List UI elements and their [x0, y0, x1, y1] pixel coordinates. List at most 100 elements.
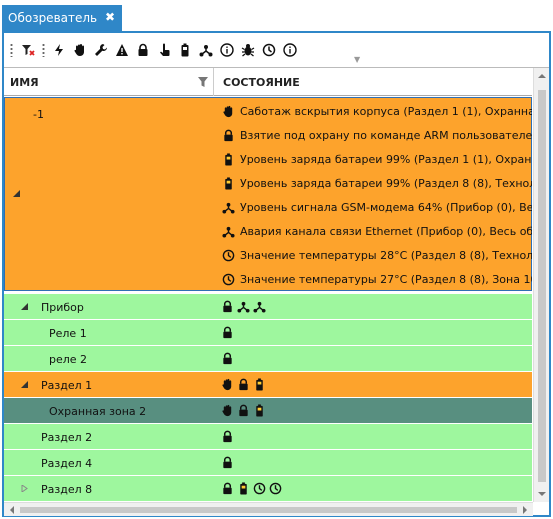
scroll-down-icon[interactable] — [538, 490, 546, 498]
tree-state-cell — [215, 398, 532, 423]
state-icons — [221, 482, 282, 495]
event-item[interactable]: Авария канала связи Ethernet (Прибор (0)… — [222, 219, 532, 243]
lock-icon[interactable] — [134, 41, 152, 59]
battery-icon — [225, 176, 232, 190]
event-item[interactable]: Взятие под охрану по команде ARM пользов… — [222, 123, 532, 147]
hand-icon[interactable] — [71, 41, 89, 59]
event-text: Уровень заряда батареи 99% (Раздел 8 (8)… — [240, 176, 532, 190]
tree-label: Раздел 2 — [41, 430, 93, 444]
clear-filter-icon[interactable] — [19, 41, 37, 59]
event-grid: ИМЯ СОСТОЯНИЕ -1 Саботаж вскрытия корпус… — [4, 67, 549, 516]
tab-explorer[interactable]: Обозреватель ✖ — [2, 5, 122, 31]
vertical-scroll-thumb[interactable] — [538, 90, 546, 482]
info-icon[interactable] — [281, 41, 299, 59]
finger-icon[interactable] — [155, 41, 173, 59]
hand-icon — [222, 378, 232, 391]
lock-icon — [223, 430, 232, 443]
event-group-row[interactable]: -1 Саботаж вскрытия корпуса (Раздел 1 (1… — [4, 97, 532, 291]
tree-row[interactable]: Раздел 4 — [4, 450, 532, 475]
tree-label: Охранная зона 2 — [49, 404, 147, 418]
tree-name-cell: Раздел 4 — [4, 450, 214, 475]
battery-icon — [240, 482, 247, 495]
tree-name-cell: Реле 1 — [4, 320, 214, 345]
event-item[interactable]: Уровень сигнала GSM-модема 64% (Прибор (… — [222, 195, 532, 219]
scroll-up-icon[interactable] — [538, 72, 546, 80]
lock-icon — [223, 352, 232, 365]
bug-icon[interactable] — [239, 41, 257, 59]
thermometer-icon — [222, 273, 235, 285]
column-header-name[interactable]: ИМЯ — [4, 68, 214, 96]
info-icon[interactable] — [218, 41, 236, 59]
tree-row[interactable]: Прибор — [4, 294, 532, 319]
event-text: Взятие под охрану по команде ARM пользов… — [240, 128, 532, 142]
lock-icon — [223, 482, 232, 495]
horizontal-scrollbar[interactable] — [4, 502, 533, 516]
column-state-label: СОСТОЯНИЕ — [223, 75, 300, 89]
expanded-arrow-icon[interactable] — [21, 381, 28, 388]
expanded-arrow-icon[interactable] — [21, 303, 28, 310]
scroll-left-icon[interactable] — [8, 506, 16, 514]
tree-label: Раздел 4 — [41, 456, 93, 470]
battery-icon — [256, 404, 263, 417]
thermometer-icon — [253, 482, 266, 495]
tree-state-cell — [215, 424, 532, 449]
tree-state-cell — [215, 320, 532, 345]
state-icons — [221, 456, 234, 469]
network-icon — [237, 301, 250, 313]
tree-name-cell: Раздел 8 — [4, 476, 214, 501]
close-icon[interactable]: ✖ — [104, 11, 116, 23]
tree-row[interactable]: реле 2 — [4, 346, 532, 371]
event-item[interactable]: Значение температуры 27°C (Раздел 8 (8),… — [222, 267, 532, 290]
thermometer-icon[interactable] — [260, 41, 278, 59]
scroll-right-icon[interactable] — [521, 506, 529, 514]
tree-label: Прибор — [41, 300, 84, 314]
tree-label: Раздел 8 — [41, 482, 93, 496]
state-icons — [221, 300, 266, 313]
network-icon[interactable] — [197, 41, 215, 59]
toolbar-grip[interactable] — [10, 43, 13, 57]
tree-state-cell — [215, 294, 532, 319]
battery-icon[interactable] — [176, 41, 194, 59]
lightning-icon[interactable] — [50, 41, 68, 59]
event-item[interactable]: Значение температуры 28°C (Раздел 8 (8),… — [222, 243, 532, 267]
event-text: Значение температуры 27°C (Раздел 8 (8),… — [240, 272, 532, 286]
column-name-label: ИМЯ — [10, 75, 39, 89]
thermometer-icon — [269, 482, 282, 495]
wrench-icon[interactable] — [92, 41, 110, 59]
warning-icon[interactable] — [113, 41, 131, 59]
tab-title: Обозреватель — [8, 11, 98, 25]
tree-name-cell: Охранная зона 2 — [4, 398, 214, 423]
column-header-state[interactable]: СОСТОЯНИЕ — [215, 68, 532, 96]
tree-row[interactable]: Раздел 1 — [4, 372, 532, 397]
lock-icon — [239, 378, 248, 391]
toolbar-overflow-icon[interactable]: ▼ — [354, 55, 360, 64]
lock-icon — [224, 129, 233, 141]
event-item[interactable]: Уровень заряда батареи 99% (Раздел 1 (1)… — [222, 147, 532, 171]
tree-name-cell: Раздел 1 — [4, 372, 214, 397]
event-text: Уровень заряда батареи 99% (Раздел 1 (1)… — [240, 152, 532, 166]
state-icons — [221, 430, 234, 443]
filter-icon[interactable] — [197, 76, 209, 88]
network-icon — [222, 226, 235, 238]
tree-state-cell — [215, 372, 532, 397]
tree-row[interactable]: Раздел 2 — [4, 424, 532, 449]
lock-icon — [223, 456, 232, 469]
event-item[interactable]: Уровень заряда батареи 99% (Раздел 8 (8)… — [222, 171, 532, 195]
collapsed-arrow-icon[interactable] — [21, 485, 28, 492]
thermometer-icon — [222, 249, 235, 261]
event-item[interactable]: Саботаж вскрытия корпуса (Раздел 1 (1), … — [222, 99, 532, 123]
vertical-scrollbar[interactable] — [533, 68, 549, 502]
event-text: Значение температуры 28°C (Раздел 8 (8),… — [240, 248, 532, 262]
tree-row[interactable]: Реле 1 — [4, 320, 532, 345]
tree-name-cell: Прибор — [4, 294, 214, 319]
event-group-name-cell: -1 — [5, 98, 215, 290]
horizontal-scroll-thumb[interactable] — [20, 507, 517, 513]
event-group-name: -1 — [33, 108, 44, 121]
battery-icon — [225, 152, 232, 166]
expanded-arrow-icon[interactable] — [13, 190, 20, 197]
network-icon — [222, 202, 235, 214]
tree-row[interactable]: Охранная зона 2 — [4, 398, 532, 423]
hand-icon — [223, 105, 233, 117]
tree-label: реле 2 — [49, 352, 88, 366]
tree-row[interactable]: Раздел 8 — [4, 476, 532, 501]
